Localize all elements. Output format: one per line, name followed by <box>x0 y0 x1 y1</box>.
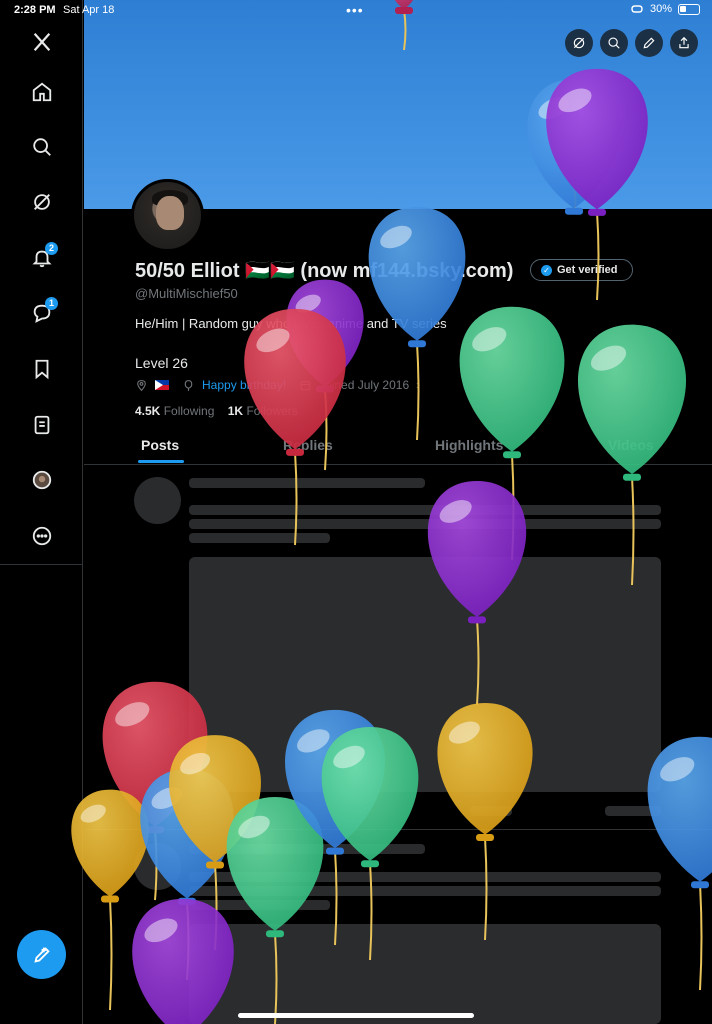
display-name: 50/50 Elliot 🇵🇸🇵🇸 (now mf144.bsky.com) <box>135 260 514 282</box>
skeleton-line <box>189 844 425 854</box>
home-icon[interactable] <box>26 76 58 108</box>
avatar-icon[interactable] <box>26 464 58 496</box>
status-time: 2:28 PM <box>14 4 56 16</box>
skeleton-line <box>470 806 512 816</box>
flag-icon <box>155 380 169 390</box>
bookmark-icon[interactable] <box>26 353 58 385</box>
birthday-link[interactable]: Happy birthday! <box>202 378 286 392</box>
get-verified-button[interactable]: ✓ Get verified <box>530 259 633 281</box>
location-icon <box>137 379 146 391</box>
get-verified-label: Get verified <box>557 264 618 276</box>
battery-percent: 30% <box>649 3 672 15</box>
feed-divider <box>84 829 712 830</box>
followers-count[interactable]: 1K <box>228 404 243 418</box>
verified-check-icon: ✓ <box>541 264 552 276</box>
profile-meta: Happy birthday! Joined July 2016 › <box>135 378 420 392</box>
grok-icon[interactable] <box>26 186 58 218</box>
skeleton-line <box>189 886 661 896</box>
skeleton-line <box>189 533 330 543</box>
multitask-dots-icon[interactable]: ••• <box>346 2 364 18</box>
link-icon <box>631 5 643 13</box>
grok-icon[interactable] <box>565 29 593 57</box>
search-icon[interactable] <box>600 29 628 57</box>
handle: @MultiMischief50 <box>135 286 238 301</box>
status-bar: 2:28 PM Sat Apr 18 ••• 30% <box>0 0 712 22</box>
status-right: 30% <box>630 3 700 15</box>
balloon-icon <box>184 379 193 391</box>
skeleton-line <box>189 872 661 882</box>
tab-posts[interactable]: Posts <box>141 437 179 453</box>
skeleton-line <box>189 900 330 910</box>
compose-icon <box>33 946 50 963</box>
follow-stats: 4.5K Following 1K Followers <box>135 404 298 418</box>
tab-videos[interactable]: Videos <box>608 437 654 453</box>
compose-button[interactable] <box>17 930 66 979</box>
share-icon[interactable] <box>670 29 698 57</box>
following-count[interactable]: 4.5K <box>135 404 160 418</box>
skeleton-avatar <box>134 843 181 890</box>
edit-icon[interactable] <box>635 29 663 57</box>
message-icon[interactable]: 1 <box>26 297 58 329</box>
calendar-icon <box>300 380 311 390</box>
search-icon[interactable] <box>26 131 58 163</box>
x-logo-icon[interactable] <box>26 26 58 58</box>
battery-icon <box>678 3 700 15</box>
notifications-badge: 2 <box>45 242 58 255</box>
skeleton-avatar <box>134 477 181 524</box>
joined-date: Joined July 2016 <box>319 378 410 392</box>
status-date: Sat Apr 18 <box>63 4 115 16</box>
followers-label[interactable]: Followers <box>246 404 297 418</box>
skeleton-media <box>189 557 661 792</box>
skeleton-line <box>189 478 425 488</box>
home-indicator[interactable] <box>238 1013 474 1018</box>
tab-active-indicator <box>138 460 184 463</box>
skeleton-line <box>189 505 661 515</box>
bell-icon[interactable]: 2 <box>26 242 58 274</box>
skeleton-media <box>189 924 661 1024</box>
more-icon[interactable] <box>26 520 58 552</box>
avatar[interactable] <box>131 179 204 252</box>
skeleton-line <box>189 519 661 529</box>
tab-highlights[interactable]: Highlights <box>435 437 503 453</box>
following-label[interactable]: Following <box>164 404 215 418</box>
sidebar-divider <box>0 564 83 565</box>
skeleton-line <box>605 806 661 816</box>
bio: He/Him | Random guy who loves anime and … <box>135 316 447 331</box>
messages-badge: 1 <box>45 297 58 310</box>
chevron-right-icon[interactable]: › <box>416 378 420 392</box>
level-text: Level 26 <box>135 355 188 371</box>
list-icon[interactable] <box>26 409 58 441</box>
sidebar: 2 1 <box>0 0 83 1024</box>
tab-replies[interactable]: Replies <box>283 437 333 453</box>
